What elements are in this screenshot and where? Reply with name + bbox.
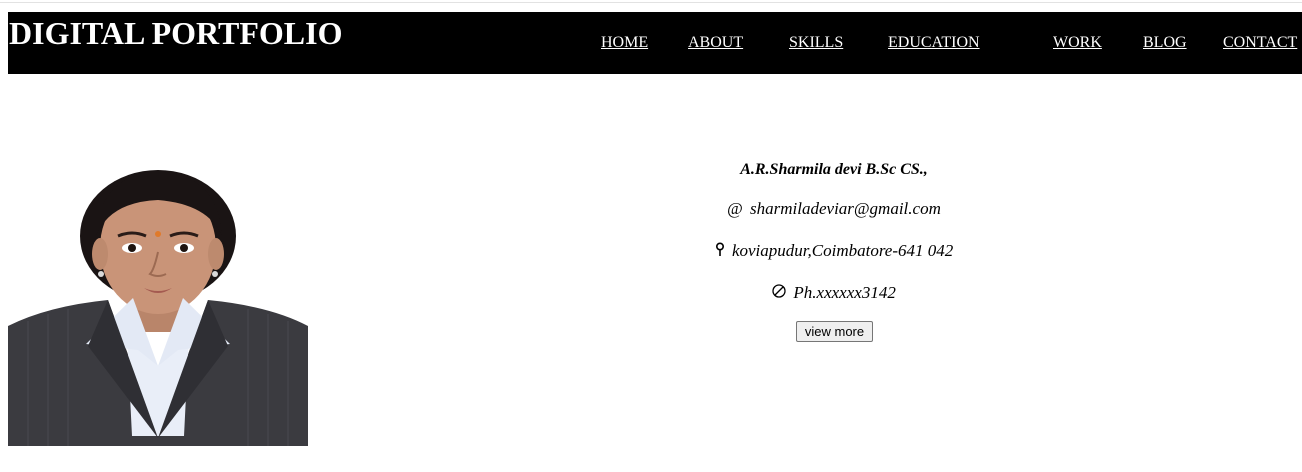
phone-icon <box>772 283 786 303</box>
phone-text: Ph.xxxxxx3142 <box>793 283 896 302</box>
nav-link-skills[interactable]: SKILLS <box>789 34 843 52</box>
nav-link-contact[interactable]: CONTACT <box>1223 34 1297 52</box>
address-text: koviapudur,Coimbatore-641 042 <box>731 241 954 260</box>
profile-photo <box>8 166 308 446</box>
email-text: sharmiladeviar@gmail.com <box>750 199 941 218</box>
address-line: koviapudur,Coimbatore-641 042 <box>534 241 1134 261</box>
email-line: @ sharmiladeviar@gmail.com <box>534 199 1134 219</box>
nav-link-work[interactable]: WORK <box>1053 34 1102 52</box>
site-brand: DIGITAL PORTFOLIO <box>9 15 343 51</box>
nav-link-blog[interactable]: BLOG <box>1143 34 1187 52</box>
nav-link-about[interactable]: ABOUT <box>688 34 743 52</box>
profile-name: A.R.Sharmila devi B.Sc CS., <box>740 161 928 178</box>
nav-link-education[interactable]: EDUCATION <box>888 34 980 52</box>
at-icon: @ <box>727 199 743 218</box>
top-navbar: DIGITAL PORTFOLIO HOME ABOUT SKILLS EDUC… <box>8 12 1302 74</box>
location-pin-icon <box>715 241 725 261</box>
top-divider <box>0 2 1302 3</box>
phone-line: Ph.xxxxxx3142 <box>534 283 1134 303</box>
nav-link-home[interactable]: HOME <box>601 34 648 52</box>
view-more-button[interactable]: view more <box>796 321 873 342</box>
